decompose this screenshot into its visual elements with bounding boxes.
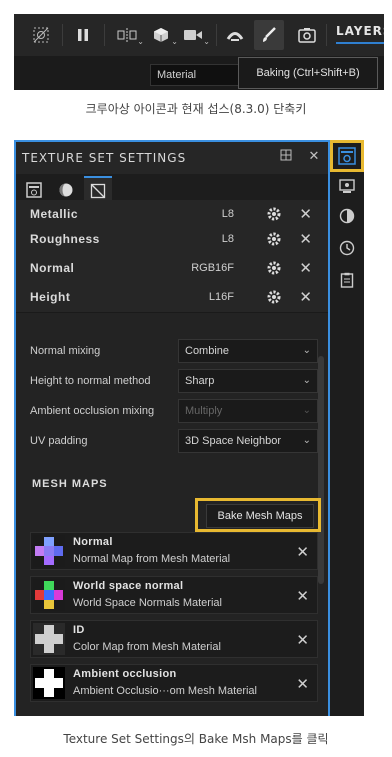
right-sidebar (330, 140, 364, 716)
normal-map-thumbnail (33, 535, 65, 567)
select-value: Combine (185, 345, 230, 357)
bake-button-highlight (195, 498, 321, 532)
channel-format[interactable]: L8 (222, 233, 234, 245)
sidebar-icon-highlight (330, 140, 364, 172)
setting-label: Ambient occlusion mixing (30, 405, 155, 417)
setting-uv-padding: UV padding 3D Space Neighbor ⌄ (30, 429, 320, 455)
setting-label: Height to normal method (30, 375, 151, 387)
toolbar-row: ⌄ ⌄ ⌄ LAYERS (14, 14, 384, 56)
channel-name: Metallic (30, 207, 79, 221)
toolbar-separator (104, 24, 105, 46)
mesh-map-item-normal[interactable]: Normal Normal Map from Mesh Material ✕ (30, 532, 318, 570)
caption-top: 크루아상 아이콘과 현재 섭스(8.3.0) 단축키 (85, 102, 307, 116)
chevron-down-icon: ⌄ (203, 37, 210, 46)
mesh-map-name: World space normal (73, 580, 184, 592)
chevron-down-icon: ⌄ (171, 37, 178, 46)
bake-icon[interactable] (222, 22, 248, 48)
shader-settings-icon[interactable] (335, 204, 359, 228)
mesh-map-desc: World Space Normals Material (73, 597, 222, 609)
close-icon[interactable]: ✕ (296, 543, 309, 561)
mesh-map-item-id[interactable]: ID Color Map from Mesh Material ✕ (30, 620, 318, 658)
channel-format[interactable]: RGB16F (191, 262, 234, 274)
display-settings-icon[interactable] (335, 174, 359, 198)
gear-icon[interactable] (266, 289, 282, 305)
close-icon[interactable]: ✕ (299, 259, 312, 277)
mesh-map-desc: Color Map from Mesh Material (73, 641, 221, 653)
close-icon[interactable]: ✕ (299, 288, 312, 306)
mesh-maps-title: MESH MAPS (32, 478, 108, 490)
setting-height-to-normal: Height to normal method Sharp ⌄ (30, 369, 320, 395)
select-value: Multiply (185, 405, 223, 417)
gear-icon[interactable] (266, 206, 282, 222)
close-icon[interactable]: ✕ (306, 149, 322, 165)
symmetry-icon[interactable]: ⌄ (114, 22, 144, 48)
chevron-down-icon: ⌄ (137, 37, 144, 46)
texture-set-settings-panel: TEXTURE SET SETTINGS ✕ Metallic L8 ✕ Rou… (14, 140, 330, 716)
panel-header: TEXTURE SET SETTINGS ✕ (16, 140, 328, 174)
mesh-map-desc: Normal Map from Mesh Material (73, 553, 231, 565)
pause-icon[interactable] (70, 22, 96, 48)
mask-off-icon[interactable] (28, 22, 54, 48)
camera-record-icon[interactable]: ⌄ (180, 22, 210, 48)
select-value: Sharp (185, 375, 215, 387)
gear-icon[interactable] (266, 231, 282, 247)
screenshot-icon[interactable] (294, 22, 320, 48)
mesh-map-name: Normal (73, 536, 113, 548)
ao-mixing-select: Multiply ⌄ (178, 399, 318, 423)
chevron-down-icon: ⌄ (302, 435, 311, 446)
setting-label: Normal mixing (30, 345, 101, 357)
ao-map-thumbnail (33, 667, 65, 699)
panel-title: TEXTURE SET SETTINGS (22, 151, 187, 165)
setting-ao-mixing: Ambient occlusion mixing Multiply ⌄ (30, 399, 320, 425)
close-icon[interactable]: ✕ (296, 675, 309, 693)
select-value: 3D Space Neighbor (185, 435, 282, 447)
chevron-down-icon: ⌄ (302, 405, 311, 416)
normal-mixing-select[interactable]: Combine ⌄ (178, 339, 318, 363)
mesh-map-name: ID (73, 624, 85, 636)
channel-name: Roughness (30, 232, 100, 246)
mesh-map-item-world-space-normal[interactable]: World space normal World Space Normals M… (30, 576, 318, 614)
baking-tooltip: Baking (Ctrl+Shift+B) (238, 57, 378, 89)
setting-normal-mixing: Normal mixing Combine ⌄ (30, 339, 320, 365)
channel-row-normal: Normal RGB16F ✕ (16, 254, 328, 284)
mesh-map-item-ambient-occlusion[interactable]: Ambient occlusion Ambient Occlusio···om … (30, 664, 318, 702)
id-map-thumbnail (33, 623, 65, 655)
height-to-normal-select[interactable]: Sharp ⌄ (178, 369, 318, 393)
scrollbar[interactable] (318, 356, 324, 584)
channel-format[interactable]: L8 (222, 208, 234, 220)
brush-icon[interactable] (254, 20, 284, 50)
mesh-map-desc: Ambient Occlusio···om Mesh Material (73, 685, 257, 697)
channel-row-roughness: Roughness L8 ✕ (16, 225, 328, 255)
toolbar-separator (326, 24, 327, 46)
chevron-down-icon: ⌄ (302, 345, 311, 356)
channel-format[interactable]: L16F (209, 291, 234, 303)
log-clipboard-icon[interactable] (335, 268, 359, 292)
gear-icon[interactable] (266, 260, 282, 276)
channel-row-height: Height L16F ✕ (16, 283, 328, 313)
world-normal-thumbnail (33, 579, 65, 611)
close-icon[interactable]: ✕ (299, 230, 312, 248)
mesh-map-name: Ambient occlusion (73, 668, 177, 680)
layers-tab[interactable]: LAYERS (336, 24, 384, 44)
channel-name: Height (30, 290, 71, 304)
close-icon[interactable]: ✕ (299, 205, 312, 223)
close-icon[interactable]: ✕ (296, 631, 309, 649)
toolbar-separator (62, 24, 63, 46)
close-icon[interactable]: ✕ (296, 587, 309, 605)
caption-bottom: Texture Set Settings의 Bake Msh Maps를 클릭 (63, 732, 329, 746)
uv-padding-select[interactable]: 3D Space Neighbor ⌄ (178, 429, 318, 453)
channel-name: Normal (30, 261, 75, 275)
top-toolbar-screenshot: ⌄ ⌄ ⌄ LAYERS Material Baking (Ctrl+Shift… (14, 14, 384, 90)
history-icon[interactable] (335, 236, 359, 260)
toolbar-separator (216, 24, 217, 46)
maximize-icon[interactable] (278, 149, 294, 165)
chevron-down-icon: ⌄ (302, 375, 311, 386)
cube-view-icon[interactable]: ⌄ (148, 22, 178, 48)
setting-label: UV padding (30, 435, 88, 447)
